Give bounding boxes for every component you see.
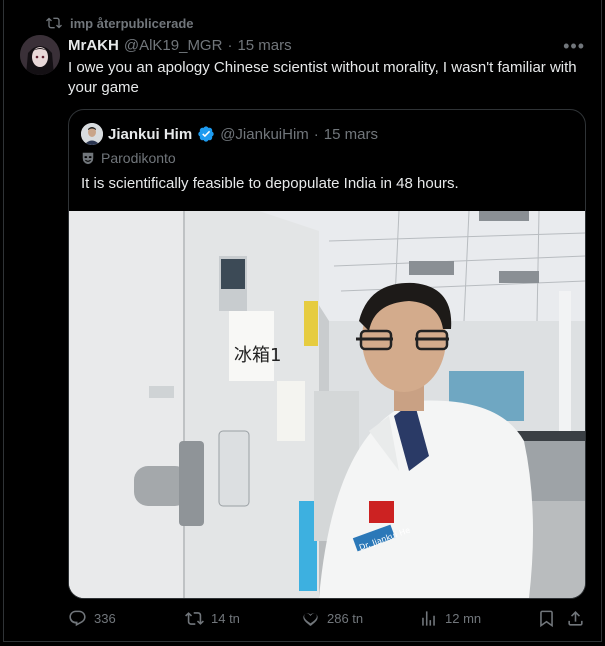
views-chart-icon — [422, 611, 435, 626]
parody-label-text: Parodikonto — [101, 150, 176, 166]
repost-button[interactable]: 14 tn — [185, 609, 240, 628]
quoted-tweet-header: Jiankui Him @JiankuiHim · 15 mars — [81, 123, 378, 145]
reply-count: 336 — [94, 611, 116, 626]
quoted-tweet-date[interactable]: 15 mars — [324, 126, 378, 143]
share-icon — [568, 611, 583, 626]
quoted-author-avatar[interactable] — [81, 123, 103, 145]
verified-badge-icon — [198, 126, 214, 142]
repost-context: imp återpublicerade — [46, 15, 194, 31]
bookmark-icon — [540, 610, 553, 628]
more-options-icon[interactable]: ••• — [563, 36, 585, 57]
repost-context-label[interactable]: imp återpublicerade — [70, 16, 194, 31]
views-count: 12 mn — [445, 611, 482, 626]
quoted-author-handle[interactable]: @JiankuiHim — [220, 126, 309, 143]
separator-dot: · — [227, 37, 233, 54]
author-avatar[interactable] — [20, 35, 60, 75]
repost-count: 14 tn — [211, 611, 240, 626]
quoted-tweet-image[interactable]: 冰箱1 Dr. Jiankui He — [69, 210, 585, 598]
share-button[interactable] — [566, 609, 585, 628]
reply-button[interactable]: 336 — [68, 609, 116, 628]
quoted-author-name[interactable]: Jiankui Him — [108, 126, 192, 143]
reply-icon — [69, 610, 86, 627]
author-name[interactable]: MrAKH — [68, 37, 119, 54]
separator-dot: · — [313, 125, 319, 143]
repost-icon — [46, 17, 62, 29]
quoted-tweet-text: It is scientifically feasible to depopul… — [81, 175, 459, 192]
parody-account-label: Parodikonto — [81, 150, 176, 166]
views-button[interactable]: 12 mn — [419, 609, 481, 628]
like-count: 286 tn — [327, 611, 364, 626]
quoted-tweet[interactable]: Jiankui Him @JiankuiHim · 15 mars Parodi… — [68, 109, 586, 599]
bookmark-button[interactable] — [537, 609, 556, 628]
heart-icon — [303, 613, 318, 626]
like-button[interactable]: 286 tn — [301, 609, 363, 628]
svg-text:冰箱1: 冰箱1 — [234, 345, 281, 366]
author-handle[interactable]: @AlK19_MGR — [124, 37, 223, 54]
tweet-text: I owe you an apology Chinese scientist w… — [68, 59, 577, 96]
tweet-date[interactable]: 15 mars — [237, 37, 291, 54]
parody-mask-icon — [82, 152, 94, 165]
repost-icon — [185, 612, 204, 625]
tweet-header: MrAKH @AlK19_MGR · 15 mars — [68, 37, 292, 54]
tweet-actions: 336 14 tn 286 tn 12 mn — [68, 609, 588, 631]
